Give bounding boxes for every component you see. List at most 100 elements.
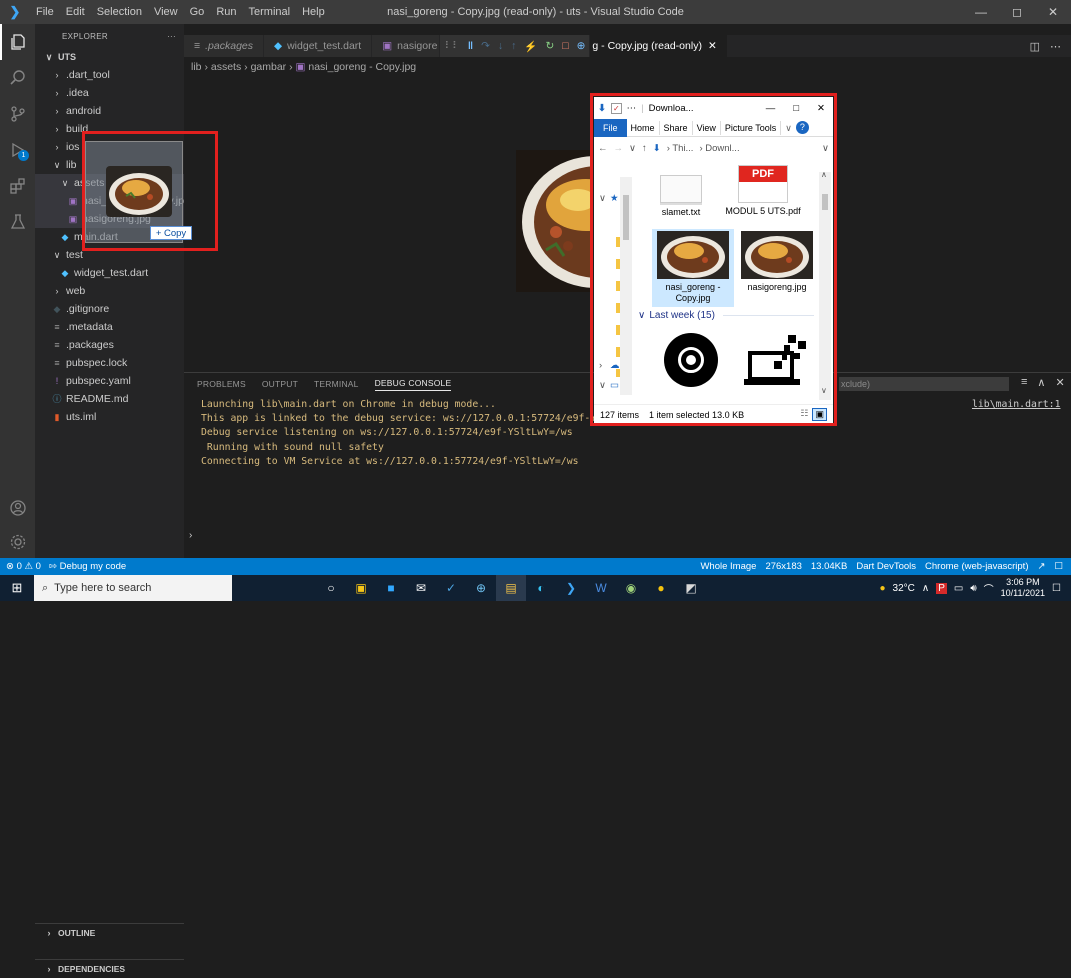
tab-nasigoreng[interactable]: ▣ nasigore [372,35,441,57]
more-actions-icon[interactable]: ⋯ [1050,40,1061,53]
image-zoom-status[interactable]: Whole Image [700,561,756,572]
volume-icon[interactable]: 🔊︎ [970,583,976,594]
address-crumb-downloads[interactable]: › Downl... [699,143,739,154]
task-view-icon[interactable]: ○ [316,575,346,601]
weather-icon[interactable]: ● [879,583,885,594]
feedback-icon[interactable]: ↗ [1038,561,1046,572]
testing-icon[interactable] [0,204,35,240]
address-dropdown-icon[interactable]: ∨ [822,143,829,154]
breadcrumb-file[interactable]: nasi_goreng - Copy.jpg [308,61,416,73]
manage-gear-icon[interactable] [0,524,35,560]
quick-access-more-icon[interactable]: ⋯ [627,103,637,114]
tab-nasi-goreng-copy[interactable]: g - Copy.jpg (read-only) ✕ [590,35,728,57]
split-editor-icon[interactable]: ◫ [1030,40,1040,53]
stop-icon[interactable]: □ [562,40,568,52]
file-item-modul5[interactable]: PDF MODUL 5 UTS.pdf [724,165,802,217]
tree-item-readme-md[interactable]: ⓘ README.md [35,390,184,408]
close-tab-icon[interactable]: ✕ [708,40,717,52]
store-icon[interactable]: ▣ [346,575,376,601]
tab-output[interactable]: OUTPUT [262,379,298,389]
whiteboard-icon[interactable]: ✓ [436,575,466,601]
pause-icon[interactable]: ‖ [468,40,473,52]
tab-terminal[interactable]: TERMINAL [314,379,359,389]
menu-terminal[interactable]: Terminal [243,0,297,24]
menu-view[interactable]: View [148,0,184,24]
fe-content-scrollbar[interactable]: ∧ ∨ [819,170,831,400]
ribbon-expand-icon[interactable]: ∨ [781,121,796,135]
file-item-laptop[interactable] [738,331,814,392]
battery-icon[interactable]: ▭ [954,583,963,594]
group-header-last-week[interactable]: ∨ Last week (15) [638,310,814,321]
taskbar-search[interactable]: ⌕ Type here to search [34,575,232,601]
source-link[interactable]: lib\main.dart:1 [972,398,1060,412]
large-icons-view-icon[interactable]: ▣ [812,408,827,421]
source-control-icon[interactable] [0,96,35,132]
quick-access-star-icon[interactable]: ★ [610,193,619,204]
files-icon[interactable] [0,24,35,60]
ribbon-view-tab[interactable]: View [693,120,721,135]
paint-icon[interactable]: ◩ [676,575,706,601]
help-icon[interactable]: ? [795,121,809,134]
chrome-icon[interactable]: ● [646,575,676,601]
address-crumb-this-pc[interactable]: › Thi... [667,143,694,154]
maximize-button[interactable]: ◻ [999,0,1035,24]
tray-app-icon[interactable]: P [936,582,947,594]
notifications-icon[interactable]: ☐ [1054,561,1063,572]
clock[interactable]: 3:06 PM 10/11/2021 [1001,577,1045,599]
dependencies-section[interactable]: › DEPENDENCIES [35,959,184,977]
minimize-button[interactable]: — [963,0,999,24]
fe-nav-scrollbar[interactable] [620,177,632,395]
tab-packages[interactable]: ≡ .packages [184,35,265,57]
search-icon[interactable] [0,60,35,96]
android-studio-icon[interactable]: ◉ [616,575,646,601]
extensions-icon[interactable] [0,168,35,204]
restart-icon[interactable]: ↻ [545,40,554,52]
tree-item-uts-iml[interactable]: ▮ uts.iml [35,408,184,426]
run-debug-icon[interactable]: 1 [0,132,35,168]
inspect-icon[interactable]: ⊕ [577,40,586,52]
ribbon-file-tab[interactable]: File [594,118,627,137]
tree-item--idea[interactable]: › .idea [35,84,184,102]
details-view-icon[interactable]: ☷ [800,408,808,421]
action-center-icon[interactable]: ☐ [1052,583,1061,594]
tree-item--gitignore[interactable]: ◆ .gitignore [35,300,184,318]
menu-selection[interactable]: Selection [91,0,148,24]
tree-item-widget-test-dart[interactable]: ◆ widget_test.dart [35,264,184,282]
forward-icon[interactable]: → [614,143,624,154]
tree-item--metadata[interactable]: ≡ .metadata [35,318,184,336]
recent-locations-icon[interactable]: ∨ [629,143,636,154]
quick-access-check-icon[interactable]: ✓ [610,102,622,114]
tree-item-test[interactable]: ∨ test [35,246,184,264]
account-icon[interactable] [0,490,35,526]
file-item-slamet[interactable]: slamet.txt [642,175,720,218]
fe-maximize-button[interactable]: □ [793,103,799,114]
fe-minimize-button[interactable]: — [766,103,776,114]
menu-help[interactable]: Help [296,0,331,24]
console-input-prompt[interactable]: › [189,530,192,541]
vscode-icon[interactable]: ❯ [556,575,586,601]
network-icon[interactable]: ⌒ [984,581,994,596]
windows-start-icon[interactable]: ⊞ [0,580,34,596]
tree-item-pubspec-lock[interactable]: ≡ pubspec.lock [35,354,184,372]
hot-reload-icon[interactable]: ⚡ [524,40,537,53]
tab-problems[interactable]: PROBLEMS [197,379,246,389]
explorer-more-button[interactable]: ··· [167,32,176,41]
ribbon-picture-tools-tab[interactable]: Picture Tools [721,120,782,135]
console-filter-input[interactable]: xclude) [839,377,1009,391]
fe-close-button[interactable]: ✕ [817,103,825,114]
photoshop-icon[interactable]: ■ [376,575,406,601]
file-item-nasigoreng[interactable]: nasigoreng.jpg [738,231,814,293]
tree-item-web[interactable]: › web [35,282,184,300]
tab-widget-test[interactable]: ◆ widget_test.dart [264,35,373,57]
breadcrumb-gambar[interactable]: gambar [251,61,287,73]
tree-item--packages[interactable]: ≡ .packages [35,336,184,354]
breadcrumb-assets[interactable]: assets [211,61,241,73]
file-explorer-icon[interactable]: ▤ [496,575,526,601]
file-item-nasi-goreng-copy[interactable]: nasi_goreng - Copy.jpg [652,229,734,307]
drag-grip-icon[interactable]: ⠇⠇ [444,40,459,52]
collapse-all-icon[interactable]: ≡ [1021,376,1027,389]
menu-edit[interactable]: Edit [60,0,91,24]
close-window-button[interactable]: ✕ [1035,0,1071,24]
mail-icon[interactable]: ✉ [406,575,436,601]
dart-devtools[interactable]: Dart DevTools [856,561,916,572]
